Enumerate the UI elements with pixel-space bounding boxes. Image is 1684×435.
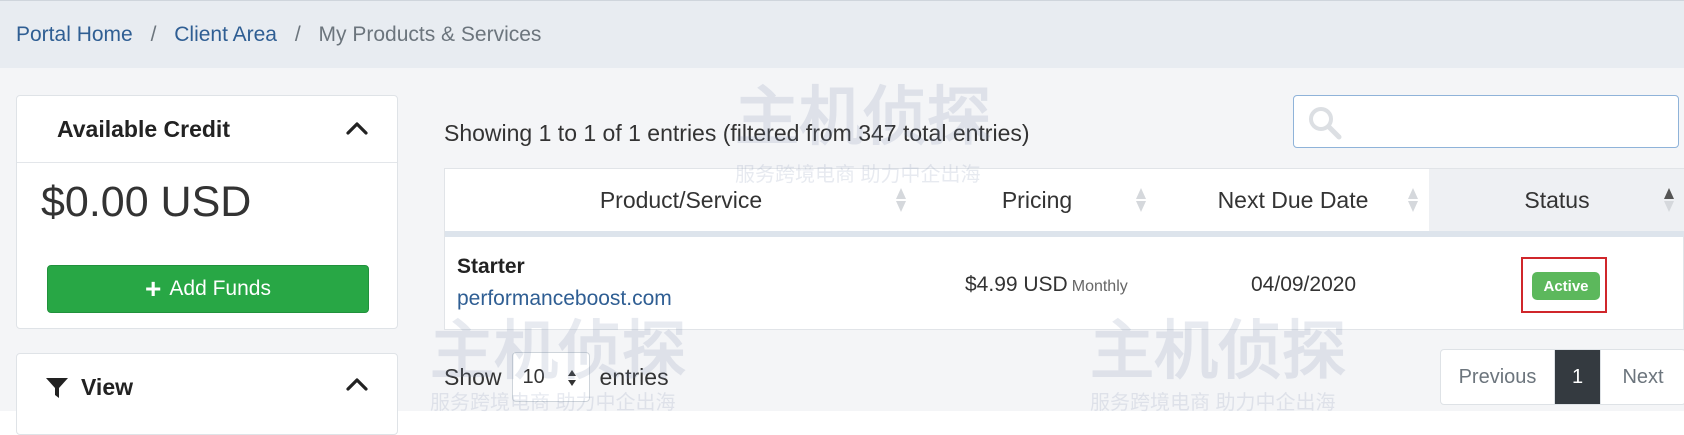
sort-icon (1136, 188, 1146, 212)
card-title: View (81, 374, 133, 400)
length-control: Show 10 entries (444, 352, 669, 402)
view-card: View (16, 353, 398, 435)
credit-amount: $0.00 USD (41, 178, 252, 226)
add-funds-button[interactable]: + Add Funds (47, 265, 369, 313)
status-badge: Active (1532, 272, 1600, 300)
add-funds-label: Add Funds (169, 277, 271, 300)
breadcrumb: Portal Home / Client Area / My Products … (16, 23, 541, 47)
product-domain-link[interactable]: performanceboost.com (457, 287, 672, 311)
price-amount: $4.99 USD (965, 273, 1068, 296)
next-page-button[interactable]: Next (1601, 350, 1684, 404)
entries-per-page-value: 10 (522, 366, 545, 388)
search-box[interactable] (1293, 95, 1679, 148)
previous-page-button[interactable]: Previous (1441, 350, 1555, 404)
search-input[interactable] (1352, 106, 1666, 138)
status-highlight-box: Active (1521, 257, 1607, 313)
product-pricing: $4.99 USD Monthly (965, 273, 1128, 297)
show-label: Show (444, 363, 502, 390)
card-header: Available Credit (17, 96, 397, 163)
column-label: Next Due Date (1217, 186, 1369, 213)
breadcrumb-current: My Products & Services (318, 23, 542, 46)
column-header-status[interactable]: Status (1429, 169, 1684, 231)
breadcrumb-separator: / (294, 23, 301, 46)
column-label: Pricing (1001, 186, 1073, 213)
chevron-up-icon[interactable] (345, 118, 369, 138)
table-header: Product/Service Pricing Next Due Date St… (445, 169, 1684, 237)
column-header-next-due-date[interactable]: Next Due Date (1157, 169, 1429, 231)
filter-icon (46, 378, 68, 398)
search-icon (1309, 107, 1342, 140)
column-header-product[interactable]: Product/Service (445, 169, 917, 231)
card-title: Available Credit (57, 116, 230, 142)
breadcrumb-client-area[interactable]: Client Area (174, 23, 277, 46)
column-label: Product/Service (599, 186, 763, 213)
select-arrows-icon (567, 370, 576, 386)
breadcrumb-separator: / (150, 23, 157, 46)
sort-icon (896, 188, 906, 212)
sort-icon (1408, 188, 1418, 212)
billing-cycle: Monthly (1071, 278, 1128, 295)
column-label: Status (1524, 186, 1590, 213)
entries-label: entries (599, 363, 669, 390)
current-page-button[interactable]: 1 (1555, 350, 1601, 404)
next-due-date: 04/09/2020 (1251, 273, 1357, 296)
column-header-pricing[interactable]: Pricing (917, 169, 1157, 231)
showing-info: Showing 1 to 1 of 1 entries (filtered fr… (444, 120, 1030, 146)
entries-per-page-select[interactable]: 10 (511, 352, 590, 402)
table-row[interactable]: Starter performanceboost.com $4.99 USD Mo… (445, 237, 1684, 329)
breadcrumb-portal-home[interactable]: Portal Home (16, 23, 133, 46)
pagination: Previous 1 Next (1440, 349, 1684, 405)
top-bar: Portal Home / Client Area / My Products … (0, 0, 1684, 69)
chevron-up-icon[interactable] (345, 374, 369, 394)
sort-ascending-icon (1664, 188, 1674, 212)
products-table: Product/Service Pricing Next Due Date St… (444, 168, 1684, 330)
plus-icon: + (145, 273, 162, 304)
available-credit-card: Available Credit $0.00 USD + Add Funds (16, 95, 398, 329)
product-name: Starter (457, 255, 525, 278)
